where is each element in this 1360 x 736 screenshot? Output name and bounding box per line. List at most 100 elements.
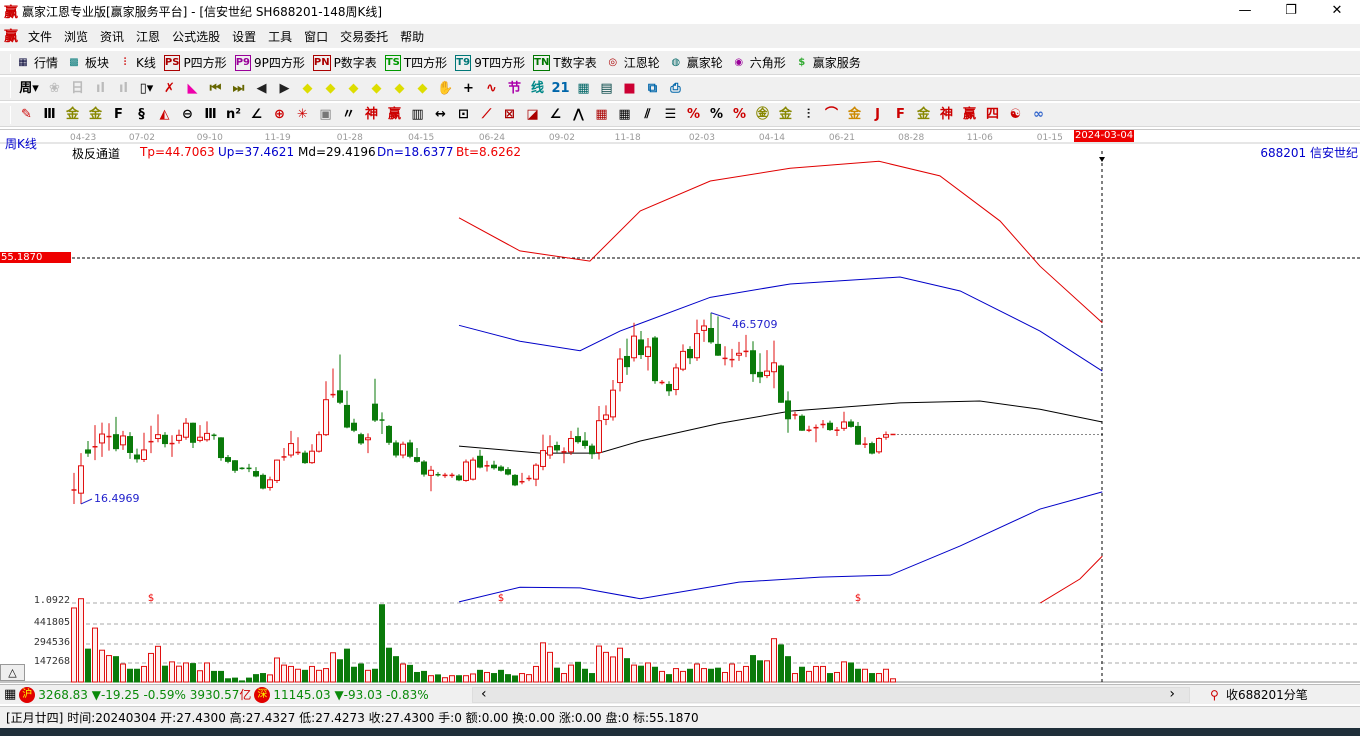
gold-circle-icon[interactable]: ㊎ [751,105,774,125]
arc-icon[interactable]: ⌒ [820,105,843,125]
menu-item[interactable]: 设置 [226,28,262,45]
fan-icon[interactable]: ◭ [153,105,176,125]
notes-icon[interactable]: ▤ [595,79,618,99]
tick-lines-icon[interactable]: Ⅲ [199,105,222,125]
next-icon[interactable]: ▶ [273,79,296,99]
target-icon[interactable]: ⊕ [268,105,291,125]
gold2-icon[interactable]: 金 [84,105,107,125]
toolbar-button[interactable]: T9 9T四方形 [455,54,525,71]
gold-fan-icon[interactable]: 金 [912,105,935,125]
network-icon[interactable]: ⧉ [641,79,664,99]
ruler-icon[interactable]: ▥ [406,105,429,125]
calendar-icon[interactable]: 21 [549,79,572,99]
width-icon[interactable]: ↔ [429,105,452,125]
circle-scale-icon[interactable]: ⊖ [176,105,199,125]
menu-item[interactable]: 工具 [262,28,298,45]
horizontal-scrollbar[interactable]: ‹ › [472,686,1190,703]
node-icon[interactable]: 节 [503,79,526,99]
god-fan-icon[interactable]: 神 [935,105,958,125]
bars9-icon[interactable]: ıl [112,79,135,99]
hand-icon[interactable]: ✋ [434,79,457,99]
scroll-left-button[interactable]: ‹ [481,686,487,702]
menu-item[interactable]: 帮助 [394,28,430,45]
prev-icon[interactable]: ◀ [250,79,273,99]
collapse-pane-button[interactable]: △ [0,664,25,681]
shrink-icon[interactable]: ◆ [365,79,388,99]
quote-table-icon[interactable]: ▦ [4,687,16,702]
bars-fan-icon[interactable]: ⫶ [797,105,820,125]
bars3-icon[interactable]: ıl [89,79,112,99]
angle-icon[interactable]: ∠ [245,105,268,125]
toolbar-button[interactable]: ◎ 江恩轮 [605,54,659,71]
toolbar-button[interactable]: ◉ 六角形 [731,54,785,71]
toolbar-button[interactable]: TN T数字表 [533,54,597,71]
f-lines-icon[interactable]: F [107,105,130,125]
expand-icon[interactable]: ◆ [342,79,365,99]
percent-icon[interactable]: % [705,105,728,125]
calculator-icon[interactable]: ▦ [572,79,595,99]
crossout-icon[interactable]: ✗ [158,79,181,99]
star-icon[interactable]: ✳ [291,105,314,125]
speed-fan-icon[interactable]: ⟋ [475,105,498,125]
flag-icon[interactable]: ◣ [181,79,204,99]
diag-box-icon[interactable]: ◪ [521,105,544,125]
toolbar-button[interactable]: ◍ 赢家轮 [668,54,722,71]
close-button[interactable]: ✕ [1314,0,1360,22]
toolbar-button[interactable]: PN P数字表 [312,54,377,71]
menu-item[interactable]: 公式选股 [166,28,226,45]
square-target-icon[interactable]: ▣ [314,105,337,125]
maximize-button[interactable]: ❐ [1268,0,1314,22]
gold-lines-icon[interactable]: 金 [774,105,797,125]
toolbar-button[interactable]: ▩ 板块 [66,54,109,71]
percent-lines-icon[interactable]: % [728,105,751,125]
left-diamond-icon[interactable]: ◆ [296,79,319,99]
segment-icon[interactable]: 线 [526,79,549,99]
angle-lines-icon[interactable]: ∠ [544,105,567,125]
crosshair-icon[interactable]: + [457,79,480,99]
toolbar-button[interactable]: TS T四方形 [384,54,447,71]
shanghai-badge[interactable]: 沪 [19,686,36,703]
shenzhen-badge[interactable]: 深 [254,686,271,703]
yin-yang-icon[interactable]: ☯ [1004,105,1027,125]
app-menu-icon[interactable]: 赢 [4,26,18,46]
tick-icon[interactable]: ⚲ [1210,688,1219,702]
grid-box-icon[interactable]: ▦ [590,105,613,125]
pattern-icon[interactable]: ❀ [43,79,66,99]
grid-box2-icon[interactable]: ▦ [613,105,636,125]
scroll-right-button[interactable]: › [1169,686,1175,702]
list-icon[interactable]: ☰ [659,105,682,125]
tick-detail-link[interactable]: 收688201分笔 [1226,686,1308,703]
n2-icon[interactable]: n² [222,105,245,125]
toolbar-button[interactable]: ▦ 行情 [15,54,58,71]
menu-item[interactable]: 江恩 [130,28,166,45]
last-icon[interactable]: ⏭ [227,79,250,99]
period-select[interactable]: 周▾ [15,79,43,99]
spiral-icon[interactable]: § [130,105,153,125]
menu-item[interactable]: 窗口 [298,28,334,45]
line-draw-icon[interactable]: ∿ [480,79,503,99]
candle-type-icon[interactable]: ▯▾ [135,79,158,99]
vert-diamond-icon[interactable]: ◆ [411,79,434,99]
toolbar-button[interactable]: ⫶ K线 [117,54,156,71]
percent-line-icon[interactable]: % [682,105,705,125]
menu-item[interactable]: 资讯 [94,28,130,45]
first-icon[interactable]: ⏮ [204,79,227,99]
menu-item[interactable]: 文件 [22,28,58,45]
pen-icon[interactable]: ✎ [15,105,38,125]
print-icon[interactable]: ⎙ [664,79,687,99]
grid-lines-icon[interactable]: Ⅲ [38,105,61,125]
four-fan-icon[interactable]: 四 [981,105,1004,125]
parallel-icon[interactable]: ⫽ [636,105,659,125]
f-fan-icon[interactable]: F [889,105,912,125]
menu-item[interactable]: 交易委托 [334,28,394,45]
gold-icon[interactable]: 金 [61,105,84,125]
minimize-button[interactable]: — [1222,0,1268,22]
j-fan-icon[interactable]: J [866,105,889,125]
zoom-all-icon[interactable]: ◆ [388,79,411,99]
day-icon[interactable]: 日 [66,79,89,99]
zigzag-icon[interactable]: ⋀ [567,105,590,125]
toolbar-button[interactable]: PS P四方形 [163,54,227,71]
menu-item[interactable]: 浏览 [58,28,94,45]
save-icon[interactable]: ■ [618,79,641,99]
god-icon[interactable]: 神 [360,105,383,125]
